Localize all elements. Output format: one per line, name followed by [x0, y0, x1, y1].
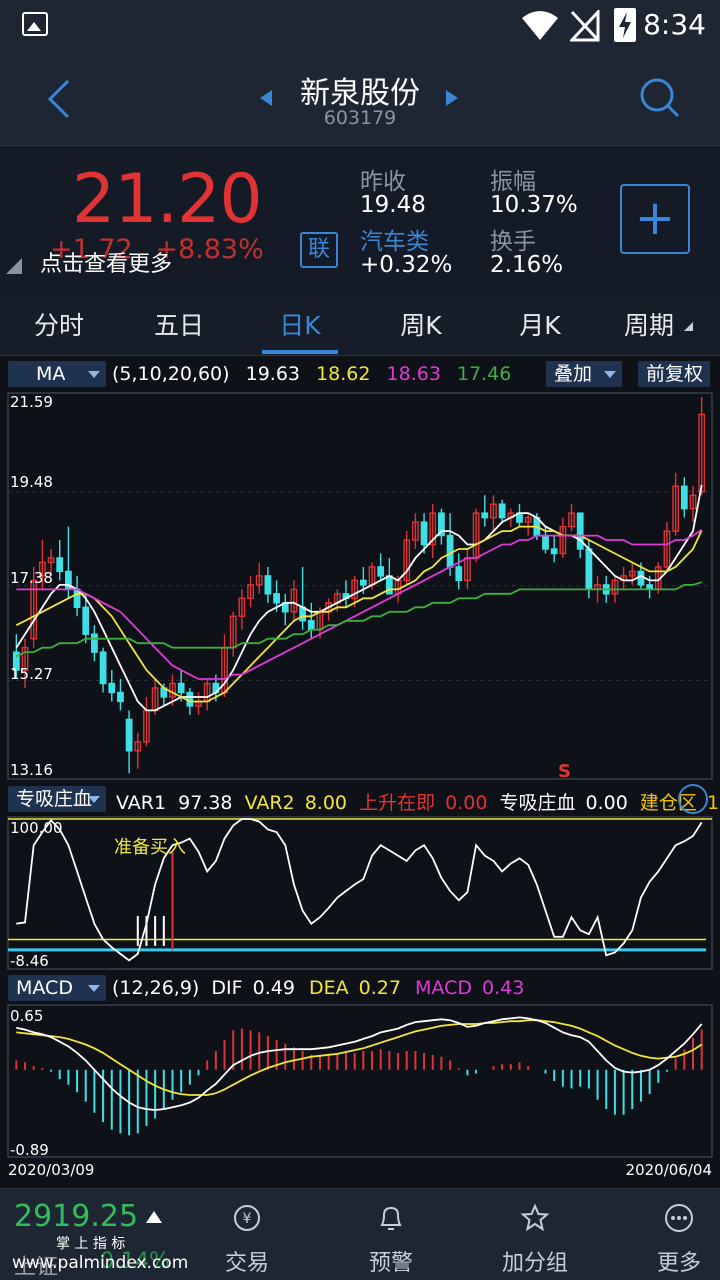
candle-body	[637, 570, 645, 586]
kline-y-label-4: 13.16	[10, 761, 53, 779]
candle-body	[125, 718, 133, 752]
quote-panel[interactable]: 21.20 +1.72 +8.83% 点击查看更多 联 昨收 19.48 汽车类…	[0, 146, 720, 294]
stock-code: 603179	[323, 107, 397, 129]
next-stock-icon[interactable]	[444, 88, 460, 112]
candle-body	[56, 557, 64, 573]
period-corner-icon	[684, 322, 693, 331]
index-up-arrow-icon	[146, 1211, 162, 1223]
candle-body	[299, 606, 307, 622]
nav-trade-label: 交易	[224, 1251, 269, 1276]
kline-y-label-1: 19.48	[10, 473, 53, 491]
candle-body	[264, 575, 272, 595]
ma-line-ma5	[15, 484, 703, 712]
nav-add-group[interactable]: 加分组	[480, 1189, 590, 1280]
sector-label[interactable]: 汽车类	[360, 222, 429, 256]
chart-area[interactable]: MA (5,10,20,60) 19.63 18.62 18.63 17.46 …	[0, 357, 720, 1187]
add-watchlist-button[interactable]: +	[620, 184, 690, 254]
candle-body	[585, 548, 593, 591]
more-icon	[664, 1203, 694, 1233]
tab-weekly-k[interactable]: 周K	[366, 306, 476, 342]
tab-monthly-k[interactable]: 月K	[485, 306, 595, 342]
candle-body	[420, 521, 428, 546]
nav-add-group-label: 加分组	[501, 1251, 568, 1276]
candle-body	[377, 566, 385, 577]
stock-header: 新泉股份 603179	[0, 52, 720, 146]
macd-y-top: 0.65	[10, 1007, 43, 1025]
charts-svg[interactable]: 21.59 19.48 17.38 15.27 13.16 S 100.00 -…	[0, 357, 720, 1187]
candle-body	[91, 633, 98, 653]
candle-body	[82, 606, 90, 635]
status-bar: 8:34	[0, 0, 720, 52]
date-start-label: 2020/03/09	[8, 1161, 94, 1179]
candle-body	[108, 682, 116, 694]
candle-body	[359, 579, 367, 586]
wifi-icon	[520, 10, 560, 46]
active-tab-indicator	[262, 350, 338, 354]
linked-button[interactable]: 联	[300, 232, 338, 268]
candle-body	[680, 485, 688, 510]
buy-signal-label: 准备买入	[114, 837, 186, 858]
view-more-hint[interactable]: 点击查看更多	[40, 246, 172, 278]
nav-alert[interactable]: 预警	[336, 1189, 446, 1280]
battery-charging-icon	[614, 8, 636, 42]
candle-body	[455, 566, 463, 582]
date-end-label: 2020/06/04	[626, 1161, 712, 1179]
turnover-label: 换手	[490, 229, 536, 255]
candle-body	[498, 503, 506, 519]
current-price: 21.20	[72, 160, 263, 239]
sell-signal-label: S	[558, 761, 571, 782]
dea-line	[16, 1019, 703, 1096]
candle-body	[481, 512, 489, 519]
candle-body	[273, 593, 280, 604]
nav-more-label: 更多	[656, 1251, 701, 1276]
svg-text:¥: ¥	[243, 1211, 252, 1227]
bottom-nav: 2919.25 掌 上 指 标 上证 0.14% www.palmindex.c…	[0, 1188, 720, 1280]
candle-body	[542, 534, 549, 550]
no-signal-icon	[568, 8, 600, 46]
gallery-icon	[22, 12, 48, 36]
indicator-y-top: 100.00	[10, 819, 63, 837]
kline-y-label-2: 17.38	[10, 569, 53, 587]
candle-body	[117, 691, 124, 703]
watermark-url: www.palmindex.com	[12, 1253, 189, 1273]
kline-y-label-3: 15.27	[10, 665, 53, 683]
prev-close-label: 昨收	[360, 169, 406, 195]
ma-line-ma20	[16, 528, 703, 680]
candle-body	[307, 620, 315, 631]
index-value: 2919.25	[14, 1199, 139, 1234]
candle-body	[550, 548, 558, 555]
ma-line-ma60	[15, 581, 702, 658]
candle-body	[99, 651, 107, 685]
tab-daily-k[interactable]: 日K	[245, 306, 355, 342]
tab-intraday[interactable]: 分时	[4, 306, 114, 342]
stock-name: 新泉股份	[300, 76, 420, 111]
tab-five-day[interactable]: 五日	[124, 306, 234, 342]
bell-icon	[376, 1203, 406, 1233]
period-tabs: 分时 五日 日K 周K 月K 周期	[0, 294, 720, 356]
more-corner-icon	[6, 258, 22, 274]
macd-y-bottom: -0.89	[10, 1141, 49, 1159]
sector-change-value: +0.32%	[360, 252, 453, 278]
candle-body	[186, 691, 194, 707]
candle-body	[446, 534, 454, 568]
candle-body	[177, 682, 185, 694]
amplitude-label: 振幅	[490, 169, 536, 195]
nav-alert-label: 预警	[368, 1251, 413, 1276]
nav-more[interactable]: 更多	[624, 1189, 720, 1280]
search-icon[interactable]	[638, 76, 682, 124]
indicator-y-bottom: -8.46	[10, 952, 49, 970]
star-icon	[520, 1203, 550, 1233]
candle-body	[576, 512, 584, 550]
turnover-value: 2.16%	[490, 252, 564, 278]
status-time: 8:34	[643, 8, 706, 41]
amplitude-value: 10.37%	[490, 192, 578, 218]
trade-icon: ¥	[232, 1203, 262, 1233]
kline-y-label-0: 21.59	[10, 393, 53, 411]
prev-close-value: 19.48	[360, 192, 426, 218]
nav-trade[interactable]: ¥ 交易	[192, 1189, 302, 1280]
index-ticker[interactable]: 2919.25 掌 上 指 标 上证 0.14% www.palmindex.c…	[0, 1189, 190, 1280]
